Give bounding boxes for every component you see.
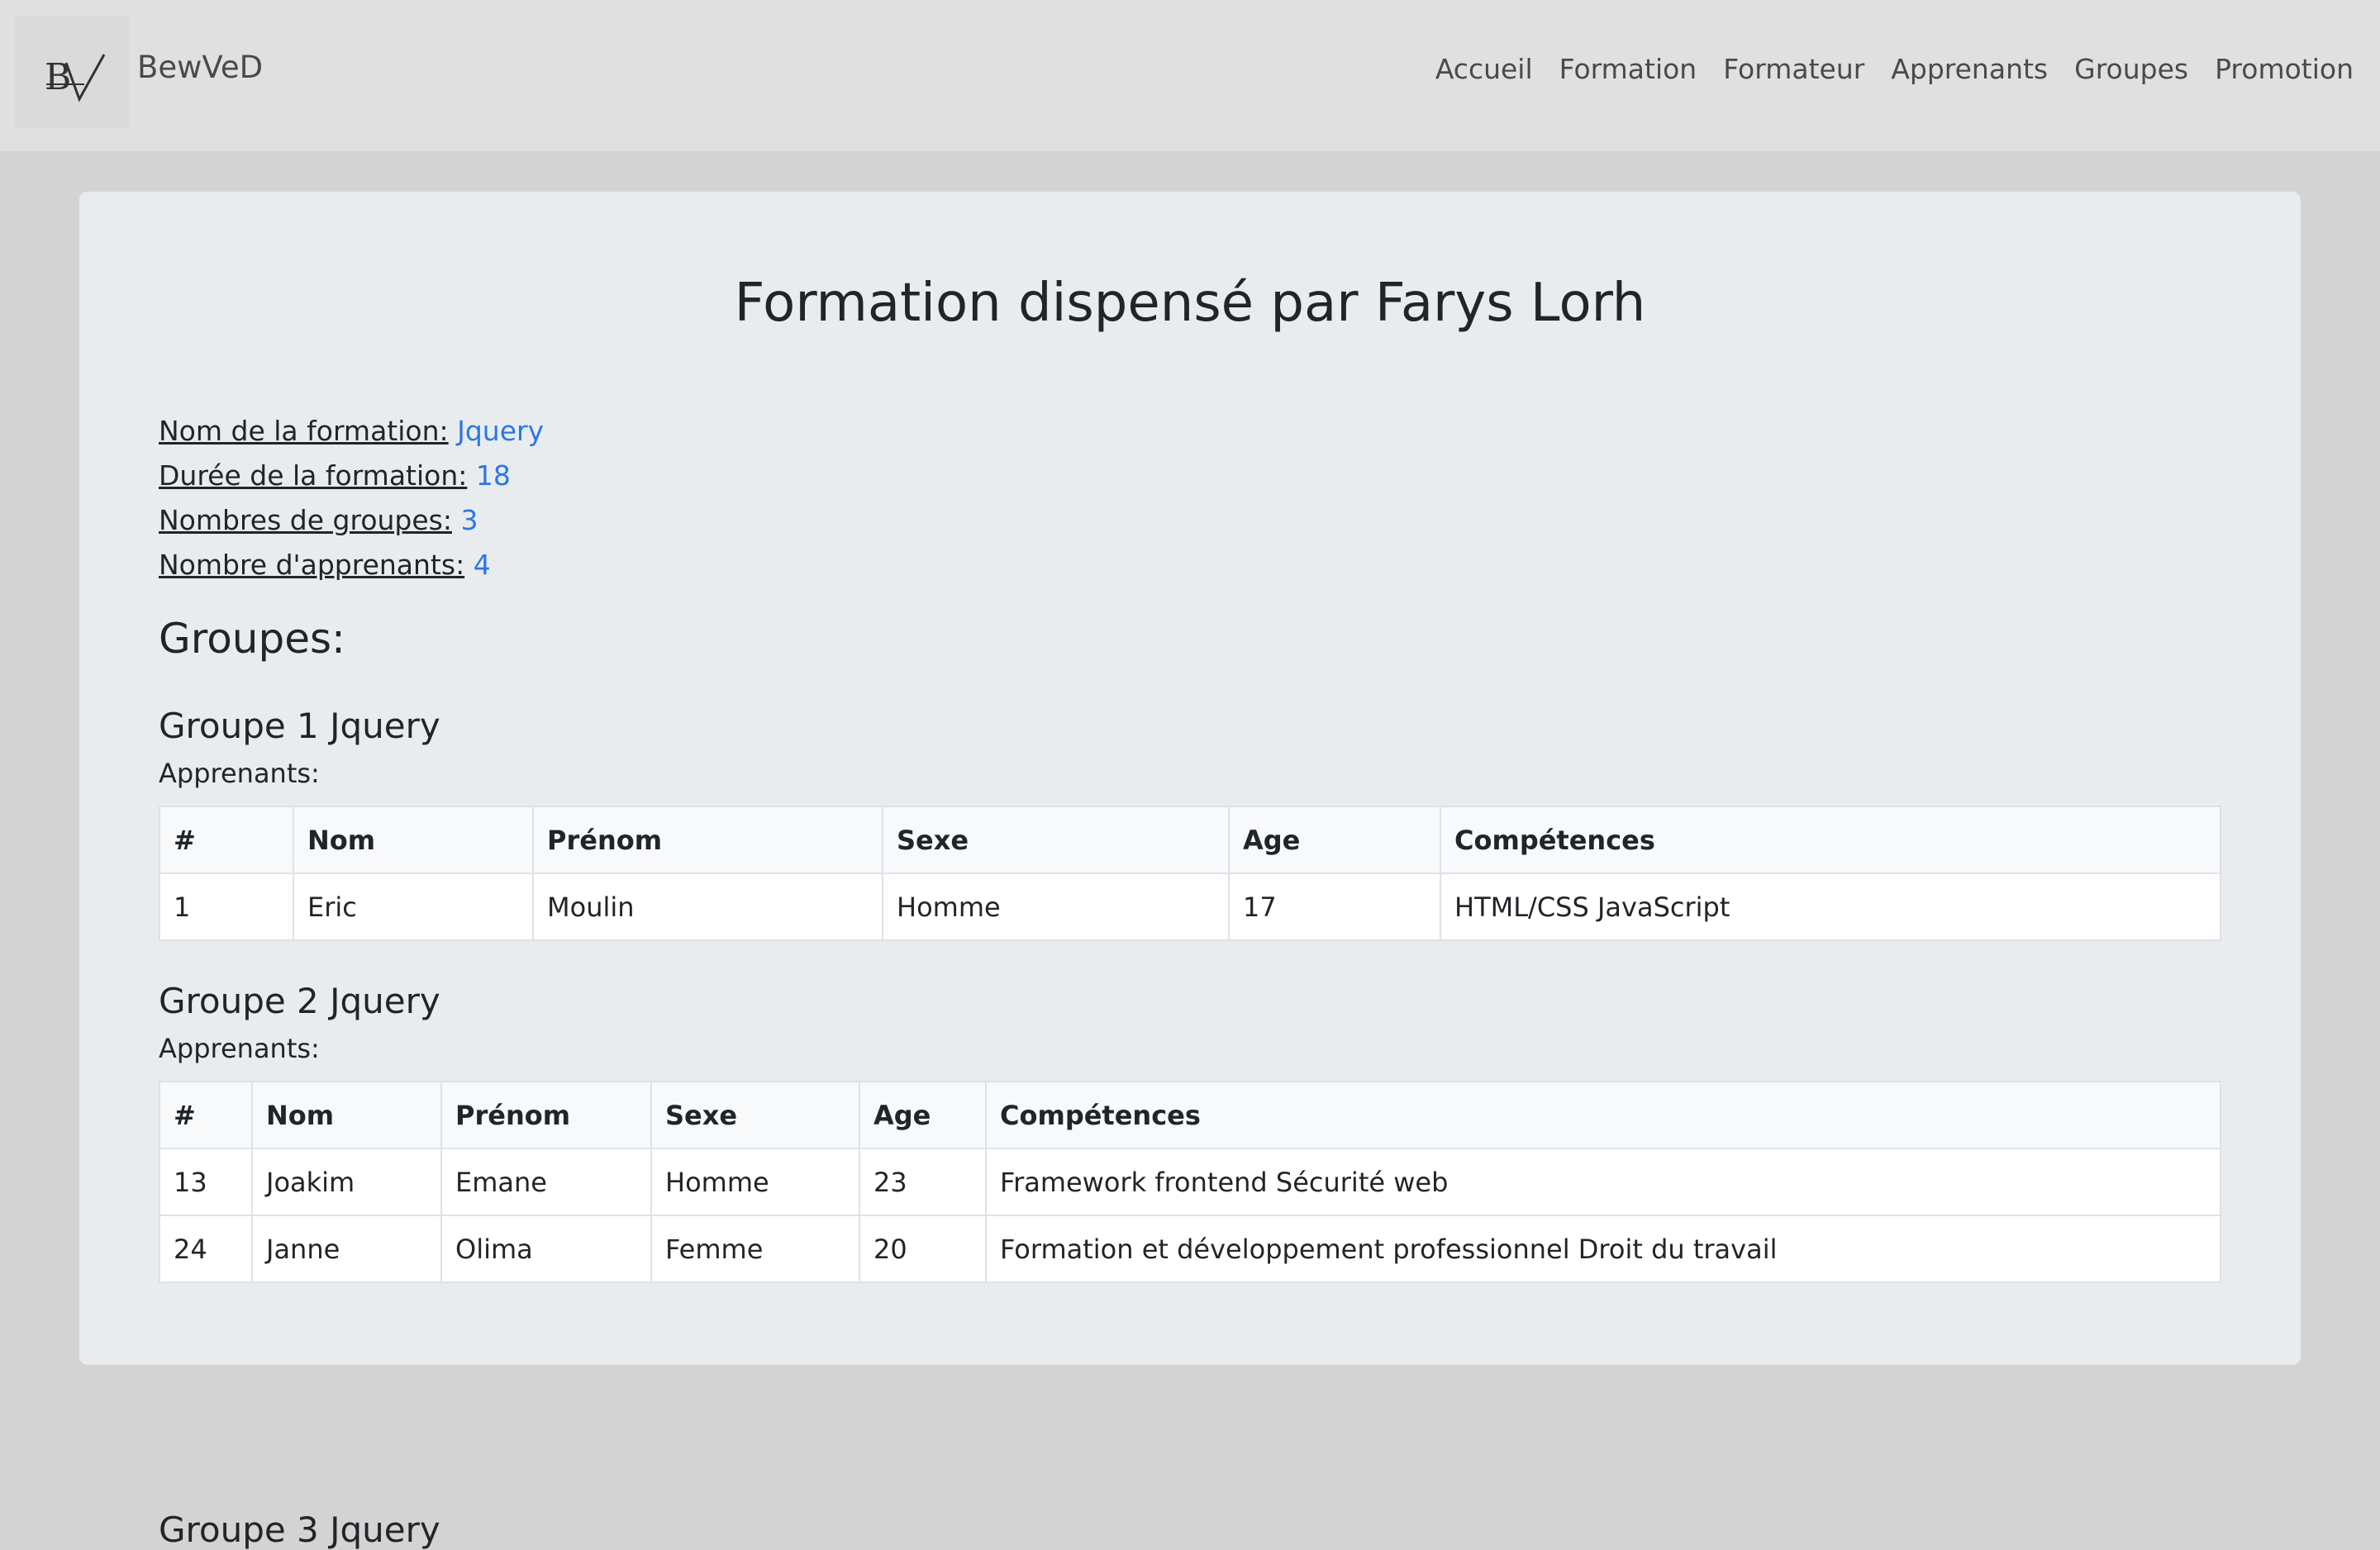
info-value: 3 <box>460 504 478 536</box>
table-cell: 13 <box>159 1148 253 1216</box>
brand-name[interactable]: BewVeD <box>137 50 263 85</box>
navbar: B BewVeD Accueil Formation Formateur App… <box>0 0 2380 151</box>
brand-logo[interactable]: B <box>15 17 129 128</box>
table-cell: Joakim <box>251 1148 442 1216</box>
table-row: 24 Janne Olima Femme 20 Formation et dév… <box>159 1215 2221 1283</box>
table-row: 13 Joakim Emane Homme 23 Framework front… <box>159 1148 2221 1216</box>
table-cell: Femme <box>650 1215 860 1283</box>
group-1-title: Groupe 1 Jquery <box>159 706 440 746</box>
col-header: Prénom <box>440 1081 652 1149</box>
table-row: 1 Eric Moulin Homme 17 HTML/CSS JavaScri… <box>159 872 2221 941</box>
info-value: Jquery <box>457 415 545 447</box>
table-cell: Olima <box>440 1215 652 1283</box>
info-nom: Nom de la formation: Jquery <box>159 409 544 454</box>
col-header: Sexe <box>650 1081 860 1149</box>
info-apprenants: Nombre d'apprenants: 4 <box>159 543 544 587</box>
col-header: Sexe <box>882 806 1230 874</box>
col-header: Compétences <box>1440 806 2221 874</box>
group-2-title: Groupe 2 Jquery <box>159 981 440 1021</box>
formation-info: Nom de la formation: Jquery Durée de la … <box>159 409 544 587</box>
groupes-heading: Groupes: <box>159 615 345 663</box>
info-value: 18 <box>475 459 511 492</box>
col-header: Compétences <box>985 1081 2221 1149</box>
table-cell: 20 <box>859 1215 987 1283</box>
col-header: # <box>159 806 294 874</box>
info-value: 4 <box>473 549 491 581</box>
nav-menu: Accueil Formation Formateur Apprenants G… <box>1435 53 2354 85</box>
nav-promotion[interactable]: Promotion <box>2215 53 2354 85</box>
group-1-apprenants-label: Apprenants: <box>159 758 320 789</box>
col-header: Age <box>1228 806 1441 874</box>
group-2-apprenants-label: Apprenants: <box>159 1033 320 1064</box>
table-header-row: # Nom Prénom Sexe Age Compétences <box>159 806 2221 874</box>
table-cell: Framework frontend Sécurité web <box>985 1148 2221 1216</box>
nav-formation[interactable]: Formation <box>1559 53 1697 85</box>
table-cell: Emane <box>440 1148 652 1216</box>
group-1-table: # Nom Prénom Sexe Age Compétences 1 Eric… <box>159 806 2221 941</box>
group-2-table: # Nom Prénom Sexe Age Compétences 13 Joa… <box>159 1081 2221 1283</box>
info-label: Nombres de groupes: <box>159 504 452 536</box>
info-label: Nombre d'apprenants: <box>159 549 465 581</box>
table-cell: 24 <box>159 1215 253 1283</box>
table-cell: 17 <box>1228 872 1441 941</box>
table-header-row: # Nom Prénom Sexe Age Compétences <box>159 1081 2221 1149</box>
table-cell: Moulin <box>532 872 883 941</box>
nav-formateur[interactable]: Formateur <box>1723 53 1864 85</box>
table-cell: 1 <box>159 872 294 941</box>
table-cell: 23 <box>859 1148 987 1216</box>
col-header: Nom <box>293 806 534 874</box>
table-cell: Eric <box>293 872 534 941</box>
table-cell: Formation et développement professionnel… <box>985 1215 2221 1283</box>
table-cell: Homme <box>650 1148 860 1216</box>
info-label: Durée de la formation: <box>159 459 468 492</box>
table-cell: Homme <box>882 872 1230 941</box>
page-title: Formation dispensé par Farys Lorh <box>734 273 1646 334</box>
svg-text:B: B <box>45 56 71 98</box>
nav-apprenants[interactable]: Apprenants <box>1891 53 2048 85</box>
col-header: # <box>159 1081 253 1149</box>
nav-groupes[interactable]: Groupes <box>2074 53 2188 85</box>
info-groupes: Nombres de groupes: 3 <box>159 498 544 543</box>
logo-monogram-icon: B <box>45 54 106 102</box>
info-label: Nom de la formation: <box>159 415 449 447</box>
table-cell: HTML/CSS JavaScript <box>1440 872 2221 941</box>
col-header: Prénom <box>532 806 883 874</box>
col-header: Nom <box>251 1081 442 1149</box>
col-header: Age <box>859 1081 987 1149</box>
info-duree: Durée de la formation: 18 <box>159 454 544 498</box>
group-3-title: Groupe 3 Jquery <box>159 1510 440 1550</box>
nav-accueil[interactable]: Accueil <box>1435 53 1533 85</box>
content-card: Formation dispensé par Farys Lorh Nom de… <box>79 192 2301 1550</box>
table-cell: Janne <box>251 1215 442 1283</box>
